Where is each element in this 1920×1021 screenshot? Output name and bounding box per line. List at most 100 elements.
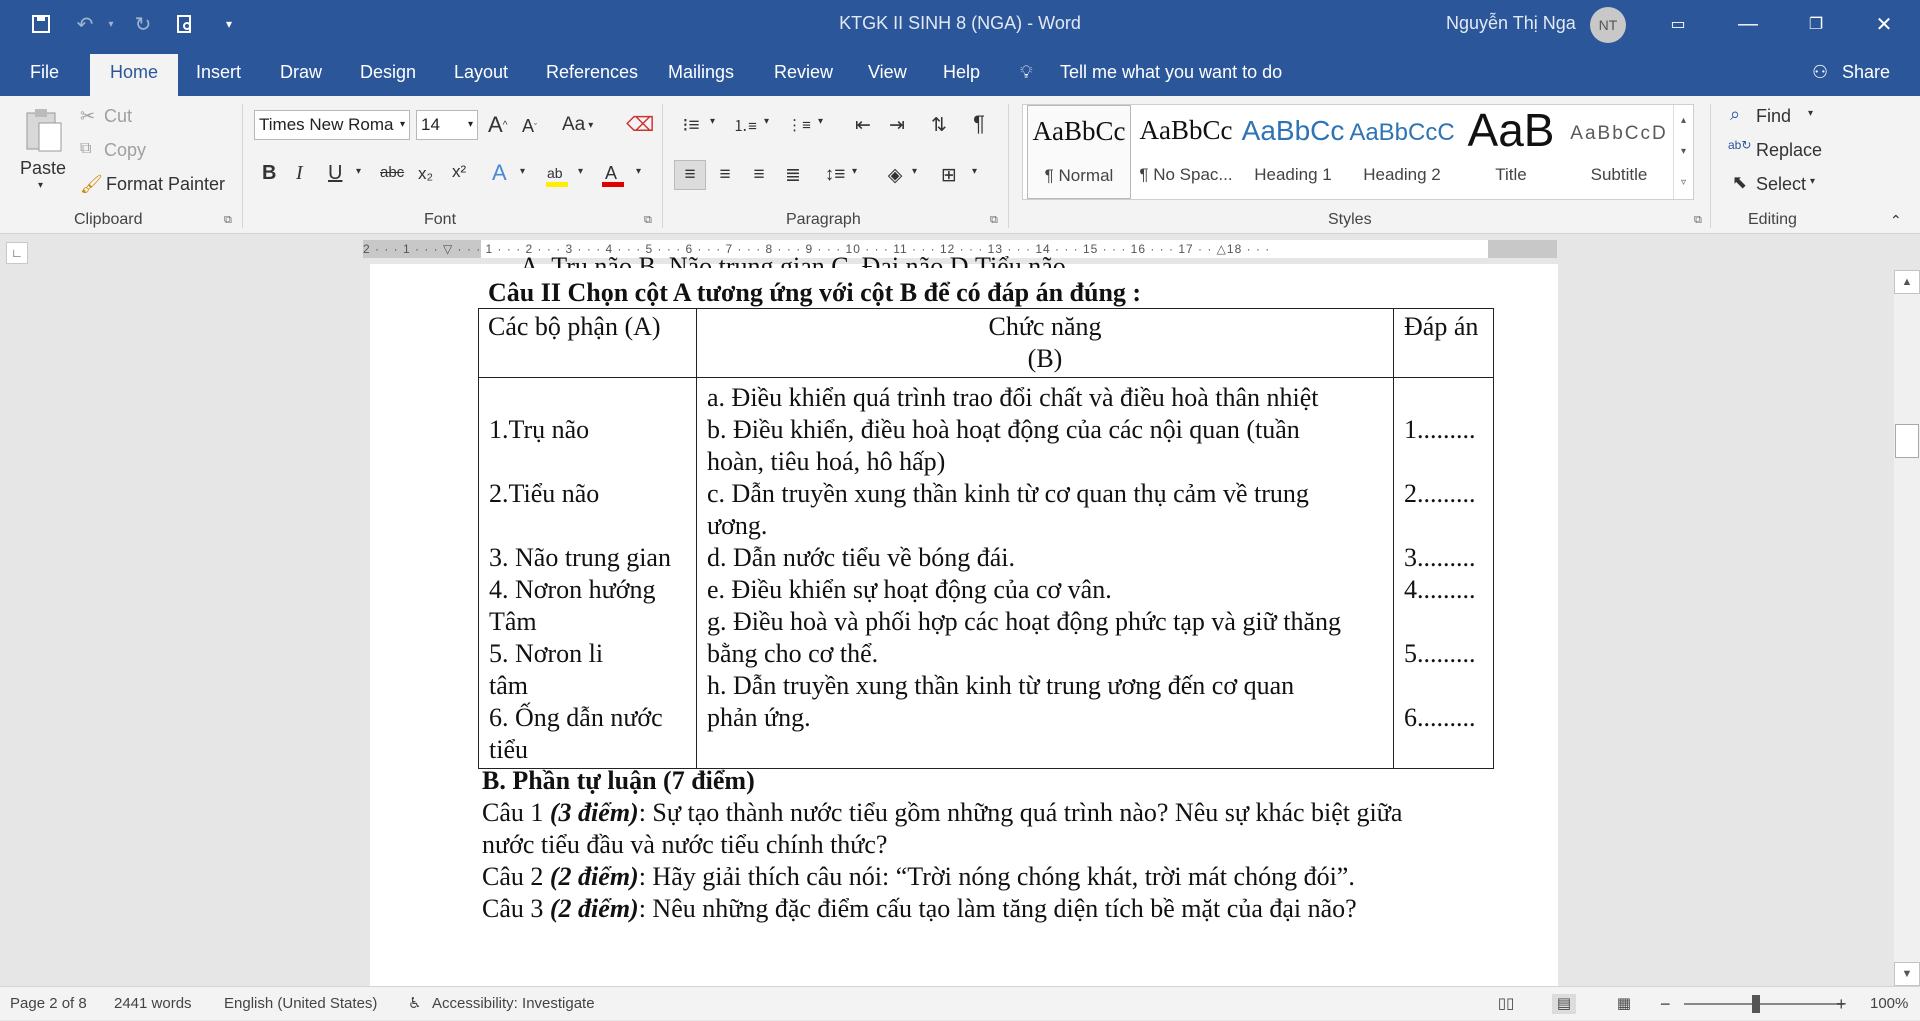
accessibility-status[interactable]: Accessibility: Investigate bbox=[432, 987, 595, 1021]
document-page[interactable]: A. Trụ não B. Não trung gian C. Đại não … bbox=[370, 252, 1558, 986]
tab-draw[interactable]: Draw bbox=[280, 48, 322, 96]
read-mode-icon[interactable]: ▯▯ bbox=[1494, 994, 1518, 1014]
clipboard-launcher-icon[interactable]: ⧉ bbox=[224, 214, 232, 227]
select-dropdown-icon[interactable]: ▾ bbox=[1810, 176, 1815, 187]
select-button[interactable]: Select bbox=[1756, 174, 1806, 195]
zoom-in-icon[interactable]: + bbox=[1836, 987, 1847, 1021]
tab-mailings[interactable]: Mailings bbox=[668, 48, 734, 96]
bullets-dropdown-icon[interactable]: ▾ bbox=[710, 116, 715, 127]
format-painter-button[interactable]: Format Painter bbox=[106, 174, 225, 195]
ribbon-display-options-icon[interactable]: ▭ bbox=[1648, 0, 1708, 48]
replace-icon[interactable]: ab↻ bbox=[1728, 138, 1751, 152]
chevron-down-icon[interactable]: ▾ bbox=[400, 111, 405, 139]
font-launcher-icon[interactable]: ⧉ bbox=[644, 214, 652, 227]
underline-dropdown-icon[interactable]: ▾ bbox=[356, 166, 361, 177]
strikethrough-button[interactable]: abc bbox=[380, 164, 404, 181]
line-spacing-icon[interactable]: ↕≡ bbox=[820, 160, 850, 190]
superscript-button[interactable]: x² bbox=[452, 162, 466, 182]
increase-indent-icon[interactable]: ⇥ bbox=[882, 112, 912, 138]
chevron-up-icon[interactable]: ▴ bbox=[1674, 105, 1693, 136]
page-count[interactable]: Page 2 of 8 bbox=[10, 987, 87, 1021]
chevron-down-icon[interactable]: ▾ bbox=[1674, 136, 1693, 167]
numbering-icon[interactable]: ⒈≡ bbox=[730, 112, 760, 138]
text-effects-dropdown-icon[interactable]: ▾ bbox=[520, 166, 525, 177]
minimize-icon[interactable]: — bbox=[1718, 0, 1778, 48]
word-count[interactable]: 2441 words bbox=[114, 987, 192, 1021]
decrease-indent-icon[interactable]: ⇤ bbox=[848, 112, 878, 138]
multilevel-dropdown-icon[interactable]: ▾ bbox=[818, 116, 823, 127]
language-status[interactable]: English (United States) bbox=[224, 987, 377, 1021]
zoom-slider[interactable] bbox=[1684, 1003, 1844, 1005]
shading-icon[interactable]: ◈ bbox=[880, 160, 910, 190]
clear-formatting-icon[interactable]: ⌫ bbox=[626, 112, 654, 137]
tab-view[interactable]: View bbox=[868, 48, 907, 96]
copy-icon[interactable]: ⧉ bbox=[80, 140, 91, 158]
zoom-slider-thumb[interactable] bbox=[1752, 995, 1760, 1013]
cut-icon[interactable]: ✂ bbox=[80, 106, 95, 127]
grow-font-button[interactable]: A ^ bbox=[488, 112, 507, 138]
bold-button[interactable]: B bbox=[262, 162, 276, 185]
tab-layout[interactable]: Layout bbox=[454, 48, 508, 96]
style-heading-1[interactable]: AaBbCc Heading 1 bbox=[1241, 105, 1345, 199]
numbering-dropdown-icon[interactable]: ▾ bbox=[764, 116, 769, 127]
find-dropdown-icon[interactable]: ▾ bbox=[1808, 108, 1813, 119]
tab-file[interactable]: File bbox=[30, 48, 59, 96]
font-name-combo[interactable]: Times New Roma ▾ bbox=[254, 110, 410, 140]
paste-dropdown-icon[interactable]: ▾ bbox=[38, 180, 43, 191]
user-name[interactable]: Nguyễn Thị Nga bbox=[1446, 13, 1576, 34]
style-no-spacing[interactable]: AaBbCc ¶ No Spac... bbox=[1133, 105, 1239, 199]
font-size-combo[interactable]: 14 ▾ bbox=[416, 110, 478, 140]
restore-icon[interactable]: ❐ bbox=[1786, 0, 1846, 48]
shrink-font-button[interactable]: Aˇ bbox=[522, 116, 537, 137]
bullets-icon[interactable]: ⁝≡ bbox=[676, 112, 706, 138]
tab-references[interactable]: References bbox=[546, 48, 638, 96]
styles-launcher-icon[interactable]: ⧉ bbox=[1694, 214, 1702, 227]
highlight-color-icon[interactable]: ab bbox=[542, 160, 572, 190]
sort-icon[interactable]: ⇅ bbox=[924, 112, 954, 138]
paragraph-launcher-icon[interactable]: ⧉ bbox=[990, 214, 998, 227]
align-center-icon[interactable]: ≡ bbox=[710, 160, 740, 190]
tab-review[interactable]: Review bbox=[774, 48, 833, 96]
scroll-up-icon[interactable]: ▲ bbox=[1894, 270, 1920, 294]
show-formatting-marks-icon[interactable]: ¶ bbox=[964, 110, 994, 138]
font-color-icon[interactable]: A bbox=[598, 160, 628, 190]
paste-button[interactable]: Paste bbox=[20, 158, 66, 179]
style-title[interactable]: AaB Title bbox=[1459, 104, 1563, 199]
find-icon[interactable]: ⌕ bbox=[1730, 104, 1740, 125]
replace-button[interactable]: Replace bbox=[1756, 140, 1822, 161]
multilevel-list-icon[interactable]: ⋮≡ bbox=[784, 112, 814, 138]
share-button[interactable]: Share bbox=[1842, 48, 1890, 96]
style-normal[interactable]: AaBbCc ¶ Normal bbox=[1027, 105, 1131, 199]
change-case-button[interactable]: Aa ▾ bbox=[562, 114, 593, 136]
cut-button[interactable]: Cut bbox=[104, 106, 132, 127]
justify-icon[interactable]: ≣ bbox=[778, 160, 808, 190]
vertical-scrollbar[interactable]: ▲ ▼ bbox=[1894, 270, 1920, 986]
borders-dropdown-icon[interactable]: ▾ bbox=[972, 166, 977, 177]
tab-help[interactable]: Help bbox=[943, 48, 980, 96]
zoom-level[interactable]: 100% bbox=[1870, 987, 1908, 1021]
find-button[interactable]: Find bbox=[1756, 106, 1791, 127]
print-layout-icon[interactable]: ▤ bbox=[1552, 994, 1576, 1014]
underline-button[interactable]: U bbox=[328, 162, 342, 185]
tell-me-search[interactable]: Tell me what you want to do bbox=[1060, 48, 1282, 96]
borders-icon[interactable]: ⊞ bbox=[934, 160, 964, 190]
select-icon[interactable]: ⬉ bbox=[1732, 172, 1747, 193]
style-heading-2[interactable]: AaBbCcC Heading 2 bbox=[1349, 105, 1455, 199]
align-right-icon[interactable]: ≡ bbox=[744, 160, 774, 190]
style-subtitle[interactable]: AaBbCcD Subtitle bbox=[1565, 105, 1673, 199]
highlight-dropdown-icon[interactable]: ▾ bbox=[578, 166, 583, 177]
tab-home[interactable]: Home bbox=[90, 54, 179, 96]
avatar[interactable]: NT bbox=[1590, 7, 1626, 43]
tab-design[interactable]: Design bbox=[360, 48, 416, 96]
shading-dropdown-icon[interactable]: ▾ bbox=[912, 166, 917, 177]
copy-button[interactable]: Copy bbox=[104, 140, 146, 161]
web-layout-icon[interactable]: ▦ bbox=[1612, 994, 1636, 1014]
tab-insert[interactable]: Insert bbox=[196, 48, 241, 96]
close-icon[interactable]: ✕ bbox=[1854, 0, 1914, 48]
font-color-dropdown-icon[interactable]: ▾ bbox=[636, 166, 641, 177]
format-painter-icon[interactable]: 🖌︎ bbox=[80, 174, 103, 195]
subscript-button[interactable]: x₂ bbox=[418, 164, 433, 184]
zoom-out-icon[interactable]: − bbox=[1660, 987, 1671, 1021]
paste-icon[interactable] bbox=[20, 106, 66, 154]
scroll-thumb[interactable] bbox=[1895, 424, 1919, 458]
